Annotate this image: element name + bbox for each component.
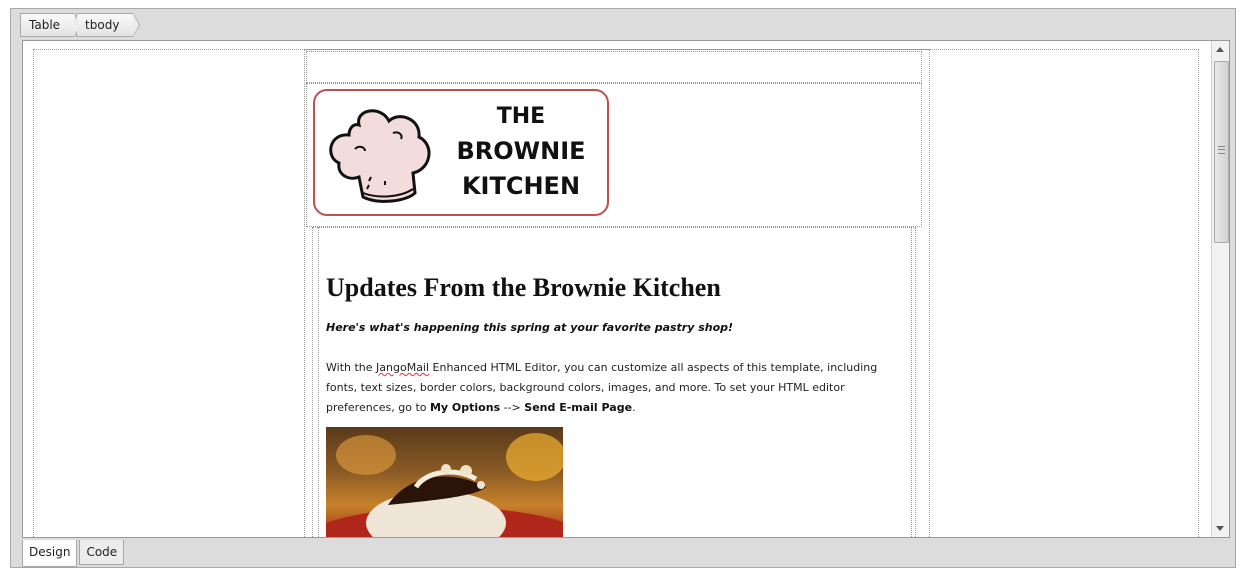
top-row-guide: [306, 51, 922, 83]
dessert-photo[interactable]: [326, 427, 563, 537]
newsletter-subhead[interactable]: Here's what's happening this spring at y…: [326, 321, 733, 334]
body-end-text: .: [632, 401, 636, 414]
scroll-thumb[interactable]: [1214, 61, 1229, 243]
brownie-kitchen-logo: The Brownie Kitchen: [313, 89, 609, 216]
newsletter-body[interactable]: With the JangoMail Enhanced HTML Editor,…: [326, 358, 896, 418]
misspelled-word: JangoMail: [376, 361, 430, 374]
grip-icon: [1218, 146, 1225, 154]
tab-design[interactable]: Design: [22, 540, 78, 567]
breadcrumb: Table tbody: [20, 12, 141, 38]
chef-hat-icon: [329, 109, 431, 203]
body-arrow-text: -->: [500, 401, 525, 414]
view-tabs: Design Code: [22, 540, 126, 568]
my-options-text: My Options: [429, 401, 501, 414]
send-email-page-text: Send E-mail Page: [524, 401, 633, 414]
vertical-scrollbar[interactable]: [1211, 41, 1229, 537]
logo-wordmark: The Brownie Kitchen: [437, 99, 605, 204]
dessert-illustration: [326, 433, 563, 537]
breadcrumb-item-table[interactable]: Table: [20, 13, 82, 37]
scroll-down-icon[interactable]: [1216, 526, 1224, 531]
newsletter-headline[interactable]: Updates From the Brownie Kitchen: [326, 273, 721, 303]
tab-code[interactable]: Code: [79, 540, 125, 565]
logo-line-2: Brownie: [456, 137, 586, 165]
logo-line-3: Kitchen: [461, 172, 581, 200]
design-canvas[interactable]: The Brownie Kitchen Updates From the Bro…: [22, 40, 1230, 538]
breadcrumb-item-tbody[interactable]: tbody: [76, 13, 141, 37]
body-text-1: With the: [326, 361, 377, 374]
logo-line-1: The: [496, 104, 546, 129]
scroll-up-icon[interactable]: [1216, 47, 1224, 52]
